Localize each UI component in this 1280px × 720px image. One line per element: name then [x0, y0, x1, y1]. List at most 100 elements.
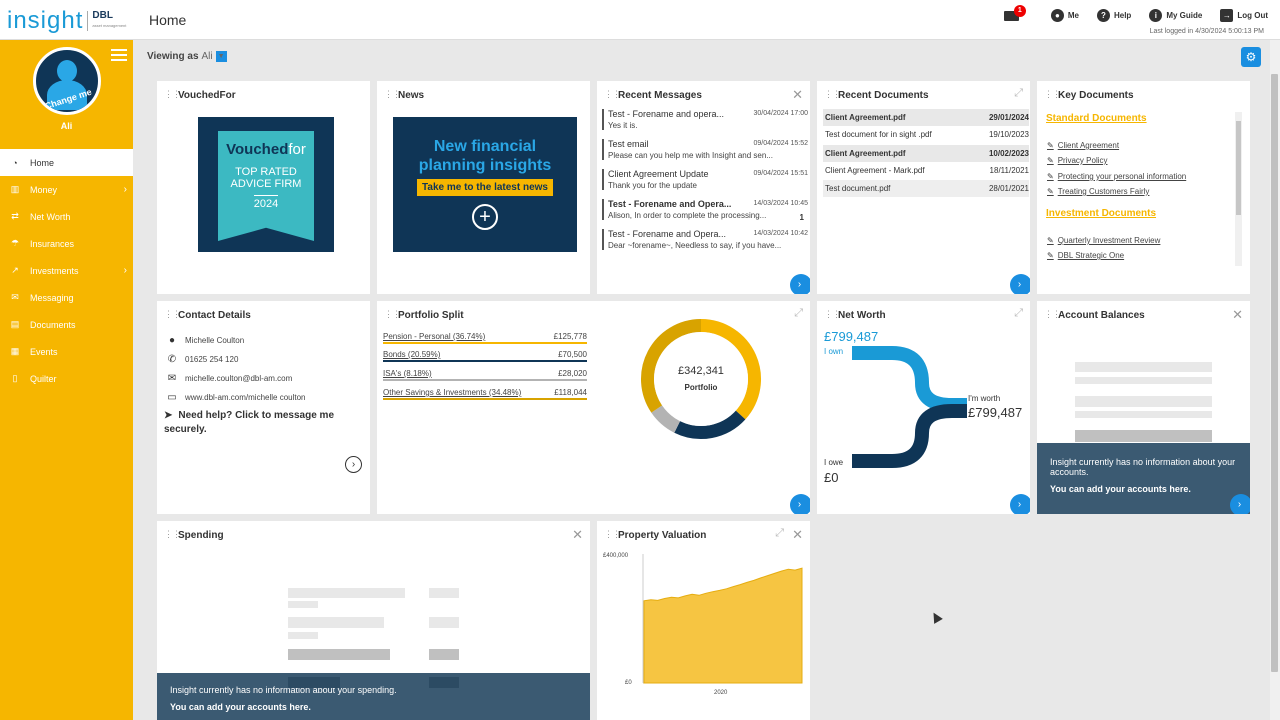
sidebar-item-messaging[interactable]: ✉ Messaging	[0, 284, 133, 311]
me-label: Me	[1067, 11, 1079, 20]
expand-icon[interactable]: ⤢	[794, 307, 803, 320]
portfolio-row[interactable]: Bonds (20.59%) £70,500	[383, 350, 587, 362]
sidebar-item-label: Net Worth	[30, 211, 71, 222]
key-document-link[interactable]: ✎ Quarterly Investment Review	[1047, 236, 1160, 245]
partner-logo: DBL asset management	[92, 11, 126, 31]
chevron-right-icon[interactable]: ›	[790, 274, 810, 294]
me-link[interactable]: ● Me	[1050, 9, 1079, 22]
news-panel: ⋮⋮ News New financial planning insights T…	[377, 81, 590, 294]
document-row[interactable]: Test document.pdf 28/01/2021	[823, 180, 1029, 197]
contact-email[interactable]: ✉ michelle.coulton@dbl-am.com	[166, 373, 292, 384]
sidebar-item-investments[interactable]: ↗ Investments ›	[0, 257, 133, 284]
guide-label: My Guide	[1166, 11, 1203, 20]
key-document-link[interactable]: ✎ Client Agreement	[1047, 141, 1119, 150]
key-document-link[interactable]: ✎ Privacy Policy	[1047, 156, 1108, 165]
portfolio-row[interactable]: Pension - Personal (36.74%) £125,778	[383, 332, 587, 344]
chevron-down-icon[interactable]: ▼	[215, 51, 227, 62]
message-title: Test - Forename and Opera...	[608, 199, 732, 209]
message-item[interactable]: Test - Forename and Opera... 14/03/2024 1…	[602, 229, 808, 250]
message-item[interactable]: Test - Forename and opera... 30/04/2024 1…	[602, 109, 808, 130]
sidebar-item-label: Events	[30, 346, 58, 357]
document-row[interactable]: Client Agreement.pdf 29/01/2024	[823, 109, 1029, 126]
portfolio-label: Other Savings & Investments (34.48%)	[383, 388, 522, 397]
net-worth-panel: ⋮⋮ Net Worth ⤢ £799,487 I own I'm worth …	[817, 301, 1030, 514]
recent-documents-panel: ⋮⋮ Recent Documents ⤢ Client Agreement.p…	[817, 81, 1030, 294]
message-preview: Dear ~forename~, Needless to say, if you…	[608, 241, 782, 250]
sidebar-item-documents[interactable]: ▤ Documents	[0, 311, 133, 338]
standard-documents-heading: Standard Documents	[1046, 113, 1147, 124]
document-date: 28/01/2021	[988, 184, 1029, 193]
vouchedfor-brand: Vouchedfor	[218, 141, 314, 158]
sidebar-item-home[interactable]: ◔ Home	[0, 149, 133, 176]
plus-circle-icon[interactable]: +	[472, 204, 498, 230]
logout-link[interactable]: → Log Out	[1220, 9, 1268, 22]
add-accounts-link[interactable]: You can add your accounts here.	[170, 702, 577, 712]
viewing-as: Viewing as Ali ▼	[147, 51, 227, 62]
own-value: £799,487	[824, 329, 879, 344]
chevron-right-icon[interactable]: ›	[790, 494, 810, 514]
bank-icon: ▥	[10, 184, 20, 194]
y-tick-top: £400,000	[603, 553, 629, 559]
expand-icon[interactable]: ⤢	[775, 527, 784, 540]
contact-website[interactable]: ▭ www.dbl-am.com/michelle coulton	[166, 392, 305, 403]
exchange-icon: ⇄	[11, 211, 19, 221]
hamburger-icon[interactable]	[111, 49, 127, 61]
sidebar-item-money[interactable]: ▥ Money ›	[0, 176, 133, 203]
add-accounts-link[interactable]: You can add your accounts here.	[1050, 484, 1237, 494]
brand-part: Vouched	[226, 141, 289, 158]
pdf-icon: ✎	[1047, 187, 1054, 196]
message-me-link[interactable]: ➤ Need help? Click to message me securely…	[164, 409, 364, 437]
arrow-right-circle-icon[interactable]: ›	[345, 456, 362, 473]
gear-icon[interactable]: ⚙	[1241, 47, 1261, 67]
vouchedfor-badge[interactable]: Vouchedfor TOP RATED ADVICE FIRM 2024	[198, 117, 334, 252]
contact-phone[interactable]: ✆ 01625 254 120	[166, 354, 239, 365]
chevron-right-icon[interactable]: ›	[1010, 494, 1030, 514]
close-icon[interactable]: ✕	[1232, 307, 1243, 323]
info-text: Insight currently has no information abo…	[1050, 457, 1236, 477]
close-icon[interactable]: ✕	[572, 527, 583, 543]
partner-logo-sub: asset management	[92, 23, 127, 28]
recent-messages-panel: ⋮⋮ Recent Messages ✕ Test - Forename and…	[597, 81, 810, 294]
portfolio-row[interactable]: ISA's (8.18%) £28,020	[383, 369, 587, 381]
news-headline: New financial planning insights	[393, 137, 577, 175]
envelope-icon[interactable]: 1	[1003, 4, 1026, 21]
sidebar-item-events[interactable]: ▦ Events	[0, 338, 133, 365]
chevron-right-icon[interactable]: ›	[1010, 274, 1030, 294]
placeholder-bar	[1075, 377, 1212, 384]
guide-link[interactable]: i My Guide	[1149, 9, 1202, 22]
chevron-right-icon[interactable]: ›	[1230, 494, 1250, 514]
key-document-link[interactable]: ✎ Treating Customers Fairly	[1047, 187, 1149, 196]
investment-documents-heading: Investment Documents	[1046, 208, 1157, 219]
own-flow	[852, 346, 967, 412]
page-icon: ▯	[12, 373, 18, 383]
help-link[interactable]: ? Help	[1096, 9, 1131, 22]
document-row[interactable]: Client Agreement.pdf 10/02/2023	[823, 145, 1029, 162]
sidebar-item-insurances[interactable]: ☂ Insurances	[0, 230, 133, 257]
portfolio-row[interactable]: Other Savings & Investments (34.48%) £118…	[383, 388, 587, 400]
placeholder-bar	[288, 649, 390, 660]
message-preview: Thank you for the update	[608, 181, 697, 190]
logo[interactable]: insight DBL asset management	[7, 7, 126, 35]
close-icon[interactable]: ✕	[792, 87, 803, 103]
avatar[interactable]: Change me	[33, 47, 101, 115]
close-icon[interactable]: ✕	[792, 527, 803, 543]
message-item[interactable]: Client Agreement Update 09/04/2024 15:51 T…	[602, 169, 808, 190]
owe-value: £0	[824, 470, 839, 485]
sidebar-item-quilter[interactable]: ▯ Quilter	[0, 365, 133, 392]
message-item[interactable]: Test email 09/04/2024 15:52 Please can you…	[602, 139, 808, 160]
page-scrollbar[interactable]	[1270, 40, 1280, 720]
latest-news-button[interactable]: Take me to the latest news	[417, 179, 553, 196]
document-row[interactable]: Test document for in sight .pdf 19/10/202…	[823, 126, 1029, 143]
news-banner[interactable]: New financial planning insights Take me t…	[393, 117, 577, 252]
message-preview: Alison, In order to complete the process…	[608, 211, 767, 220]
key-document-link[interactable]: ✎ Protecting your personal information	[1047, 172, 1186, 181]
message-item-unread[interactable]: Test - Forename and Opera... 14/03/2024 1…	[602, 199, 808, 222]
expand-icon[interactable]: ⤢	[1014, 87, 1023, 100]
sidebar-item-label: Messaging	[30, 292, 74, 303]
panel-title: Spending	[178, 530, 224, 541]
scrollbar[interactable]	[1235, 112, 1242, 266]
sidebar-item-net-worth[interactable]: ⇄ Net Worth	[0, 203, 133, 230]
vouchedfor-ribbon: Vouchedfor TOP RATED ADVICE FIRM 2024	[218, 131, 314, 241]
key-document-link[interactable]: ✎ DBL Strategic One	[1047, 251, 1124, 260]
document-row[interactable]: Client Agreement - Mark.pdf 18/11/2021	[823, 162, 1029, 179]
